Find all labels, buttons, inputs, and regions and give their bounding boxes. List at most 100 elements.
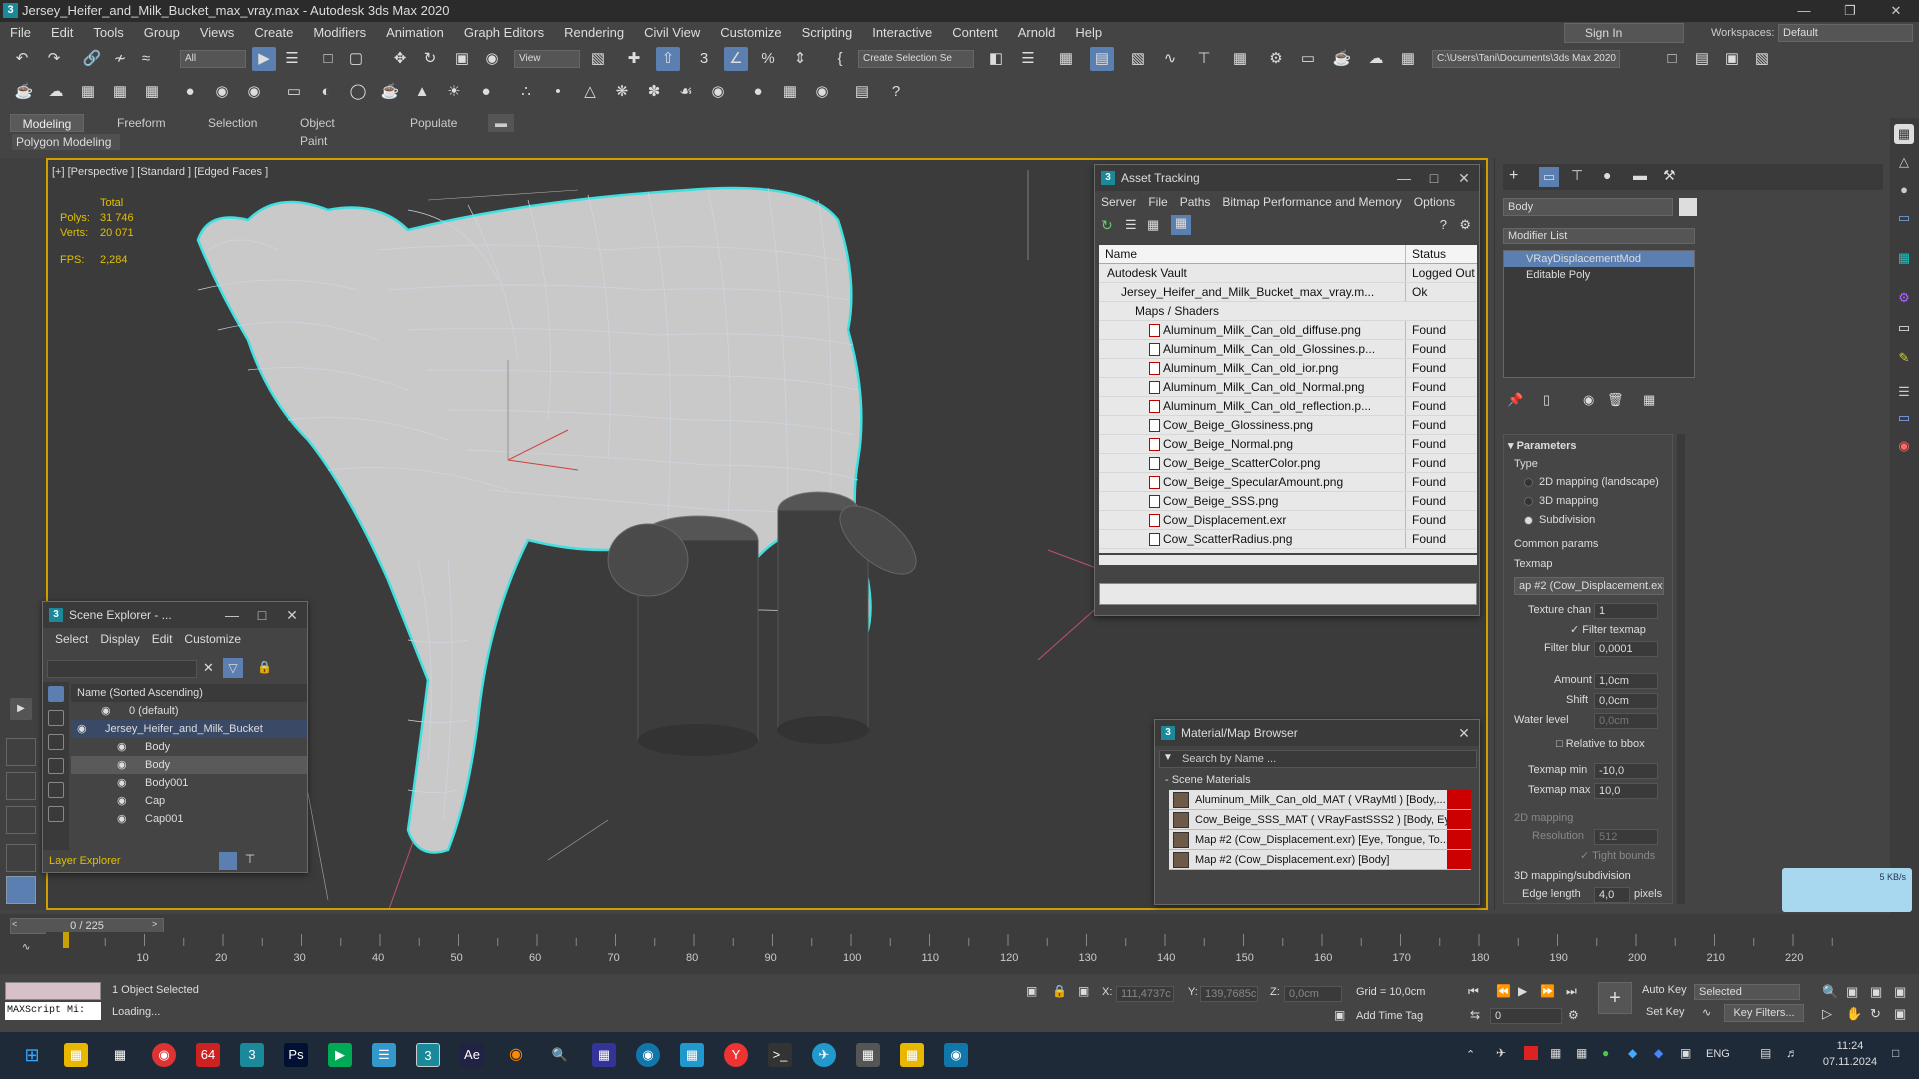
sun-icon[interactable]: ☀: [442, 80, 466, 104]
checker-icon[interactable]: ▦: [1894, 124, 1914, 144]
yandex-icon[interactable]: Y: [724, 1043, 748, 1067]
render-cloud-icon[interactable]: ☁: [1364, 47, 1388, 71]
water-level-spinner[interactable]: 0,0cm: [1594, 713, 1658, 729]
redo-icon[interactable]: ↷: [42, 47, 66, 71]
refresh-icon[interactable]: ↻: [1101, 217, 1113, 234]
box-icon[interactable]: ▭: [282, 80, 306, 104]
command-panel-scrollbar[interactable]: [1677, 434, 1685, 904]
place-icon[interactable]: ◉: [480, 47, 504, 71]
pivot-icon[interactable]: ▧: [586, 47, 610, 71]
set-key-big-button[interactable]: +: [1598, 982, 1632, 1014]
visibility-icon[interactable]: ◉: [77, 720, 87, 738]
align-icon[interactable]: ☰: [1016, 47, 1040, 71]
close-icon[interactable]: ✕: [277, 602, 307, 628]
tab-selection[interactable]: Selection: [208, 114, 257, 132]
auto-key-button[interactable]: Auto Key: [1642, 984, 1687, 996]
display-tab-icon[interactable]: ▬: [1633, 167, 1647, 183]
search-app-icon[interactable]: 🔍: [548, 1043, 572, 1067]
sign-in-dropdown[interactable]: Sign In: [1564, 23, 1684, 43]
scene-tree-row[interactable]: ◉ Cap001: [71, 810, 307, 828]
lamp-icon[interactable]: ☙: [674, 80, 698, 104]
object-color-swatch[interactable]: [1679, 198, 1697, 216]
maximize-viewport-icon[interactable]: ▣: [1894, 1006, 1906, 1022]
vray-sphere-icon[interactable]: ●: [746, 80, 770, 104]
se-menu-display[interactable]: Display: [94, 628, 145, 650]
minimize-icon[interactable]: —: [217, 602, 247, 628]
scene-tree-row[interactable]: ◉ Body: [71, 756, 307, 774]
display-helpers-icon[interactable]: [48, 782, 64, 798]
asset-row[interactable]: Cow_Beige_SSS.png Found: [1099, 492, 1477, 511]
scale-tool-icon[interactable]: △: [1894, 152, 1914, 172]
move-icon[interactable]: ✥: [388, 47, 412, 71]
teapot-light-icon[interactable]: ☕: [378, 80, 402, 104]
set-key-button[interactable]: Set Key: [1646, 1006, 1685, 1018]
absolute-mode-icon[interactable]: ▣: [1078, 984, 1089, 998]
scale-icon[interactable]: ▣: [450, 47, 474, 71]
asset-row[interactable]: Aluminum_Milk_Can_old_reflection.p... Fou…: [1099, 397, 1477, 416]
next-key-icon[interactable]: ⏩: [1540, 984, 1555, 998]
asset-row[interactable]: Maps / Shaders: [1099, 302, 1477, 321]
render-icon[interactable]: ☕: [1330, 47, 1354, 71]
utilities-tab-icon[interactable]: ⚒: [1663, 167, 1676, 184]
layout-active-icon[interactable]: [6, 876, 36, 904]
key-mode-icon[interactable]: ⇆: [1470, 1008, 1480, 1022]
time-tag-icon[interactable]: ▣: [1334, 1008, 1345, 1022]
cube-tool-icon[interactable]: ▭: [1894, 208, 1914, 228]
edge-icon[interactable]: ◉: [636, 1043, 660, 1067]
go-to-start-icon[interactable]: ⏮: [1468, 984, 1479, 999]
selection-lock-icon[interactable]: 🔒: [1052, 984, 1067, 998]
particles-icon[interactable]: •: [546, 80, 570, 104]
store-icon[interactable]: ▦: [680, 1043, 704, 1067]
vray-render-icon[interactable]: ◉: [810, 80, 834, 104]
time-cursor[interactable]: [63, 932, 69, 948]
scene-explorer-titlebar[interactable]: 3 Scene Explorer - ... — □ ✕: [43, 602, 307, 628]
z-coordinate-field[interactable]: 0,0cm: [1284, 986, 1342, 1002]
make-unique-icon[interactable]: ◉: [1583, 392, 1594, 408]
workspace-1-icon[interactable]: ▤: [1690, 47, 1714, 71]
table-view-icon[interactable]: ▦: [1171, 215, 1191, 235]
proxy-icon[interactable]: △: [578, 80, 602, 104]
menu-rendering[interactable]: Rendering: [554, 22, 634, 44]
menu-scripting[interactable]: Scripting: [792, 22, 863, 44]
vray-export-icon[interactable]: ▤: [850, 80, 874, 104]
workspace-3-icon[interactable]: ▧: [1750, 47, 1774, 71]
time-config-icon[interactable]: ⚙: [1568, 1008, 1579, 1022]
menu-interactive[interactable]: Interactive: [862, 22, 942, 44]
camera-app-icon[interactable]: ◉: [944, 1043, 968, 1067]
shift-spinner[interactable]: 0,0cm: [1594, 693, 1658, 709]
at-menu-paths[interactable]: Paths: [1174, 191, 1217, 213]
object-name-field[interactable]: Body: [1503, 198, 1673, 216]
settings-icon[interactable]: ⚙: [1459, 217, 1471, 233]
asset-row[interactable]: Jersey_Heifer_and_Milk_Bucket_max_vray.m…: [1099, 283, 1477, 302]
x-coordinate-field[interactable]: 111,4737c: [1116, 986, 1174, 1002]
app-icon[interactable]: ▶: [328, 1043, 352, 1067]
display-cameras-icon[interactable]: [48, 758, 64, 774]
menu-file[interactable]: File: [0, 22, 41, 44]
manipulate-icon[interactable]: ✚: [622, 47, 646, 71]
play-icon[interactable]: ▶: [1518, 984, 1527, 998]
maximize-icon[interactable]: □: [1419, 165, 1449, 191]
scene-tree-row[interactable]: ◉ Jersey_Heifer_and_Milk_Bucket: [71, 720, 307, 738]
scene-tree-row[interactable]: ◉ Body: [71, 738, 307, 756]
notifications-icon[interactable]: □: [1892, 1046, 1899, 1060]
asset-row[interactable]: Aluminum_Milk_Can_old_ior.png Found: [1099, 359, 1477, 378]
render-activeshade-icon[interactable]: ▦: [1396, 47, 1420, 71]
tray-green-icon[interactable]: ●: [1602, 1046, 1609, 1060]
scene-search-input[interactable]: [47, 660, 197, 678]
asset-row[interactable]: Cow_Beige_SpecularAmount.png Found: [1099, 473, 1477, 492]
vfb-icon[interactable]: ▦: [778, 80, 802, 104]
asset-row[interactable]: Aluminum_Milk_Can_old_diffuse.png Found: [1099, 321, 1477, 340]
filter-icon[interactable]: ▽: [223, 658, 243, 678]
key-tangent-icon[interactable]: ∿: [1702, 1006, 1711, 1019]
visibility-icon[interactable]: ◉: [117, 774, 127, 792]
3dsmax-icon-1[interactable]: 3: [240, 1043, 264, 1067]
scene-tree-row[interactable]: ◉ 0 (default): [71, 702, 307, 720]
orbit-icon[interactable]: ↻: [1870, 1006, 1881, 1022]
isolate-icon[interactable]: ▣: [1026, 984, 1037, 998]
zoom-icon[interactable]: 🔍: [1822, 984, 1838, 1000]
save-app-icon[interactable]: ▦: [592, 1043, 616, 1067]
list-tool-icon[interactable]: ☰: [1894, 382, 1914, 402]
calculator-icon[interactable]: ▦: [108, 80, 132, 104]
zoom-extents-icon[interactable]: ▣: [1870, 984, 1882, 1000]
select-by-name-icon[interactable]: ☰: [280, 47, 304, 71]
